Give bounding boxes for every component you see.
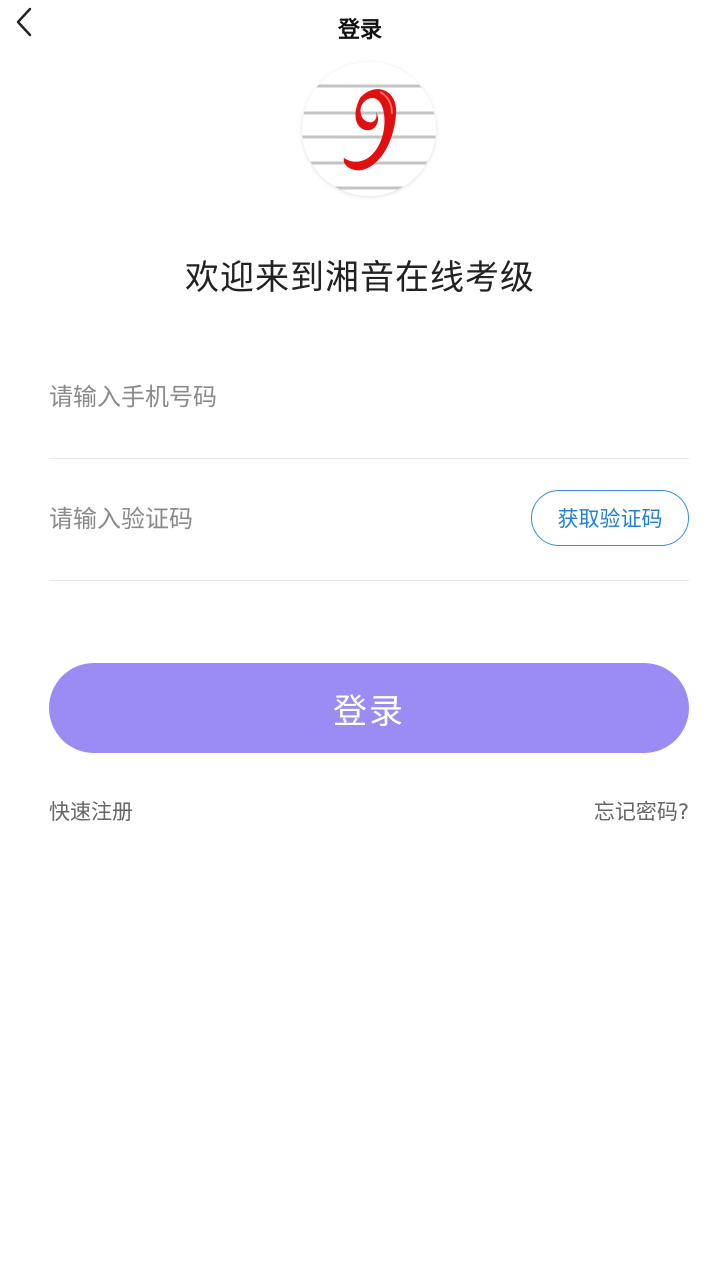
page-title: 登录 [337, 18, 382, 43]
welcome-heading: 欢迎来到湘音在线考级 [185, 258, 535, 298]
forgot-password-link[interactable]: 忘记密码? [594, 796, 689, 826]
code-field: 获取验证码 [49, 488, 689, 581]
verification-code-input[interactable] [49, 488, 489, 550]
login-page: 登录 欢迎来到湘音在线考级 获取验证码 登录 快速注册 忘记密码? [0, 0, 720, 1280]
nav-bar: 登录 [0, 0, 720, 56]
register-link[interactable]: 快速注册 [49, 796, 133, 826]
get-code-button[interactable]: 获取验证码 [531, 490, 689, 546]
phone-input[interactable] [49, 366, 489, 428]
phone-field [49, 366, 689, 459]
app-logo [302, 62, 436, 196]
login-button[interactable]: 登录 [49, 663, 689, 753]
xiangyin-logo-icon [302, 84, 436, 190]
